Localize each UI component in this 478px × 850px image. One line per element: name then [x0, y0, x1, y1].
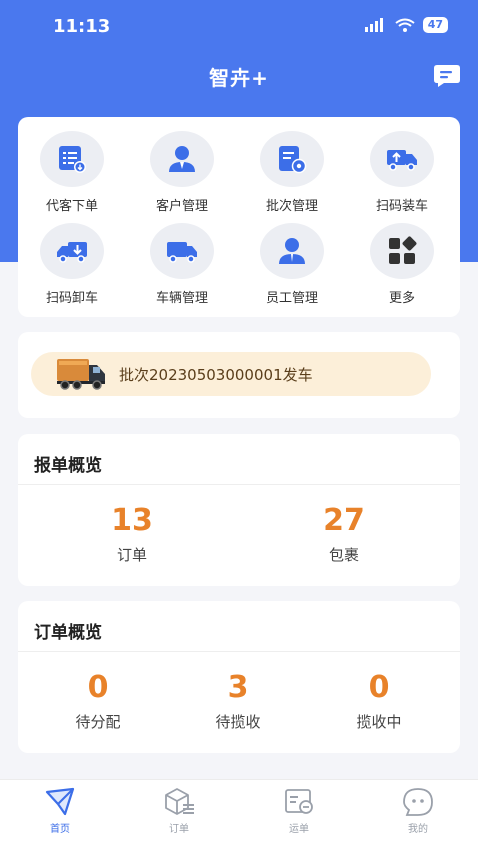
stat-value: 27	[323, 503, 365, 538]
stat-value: 3	[227, 670, 249, 705]
tab-label: 首页	[50, 824, 70, 835]
quick-action-label: 更多	[388, 291, 415, 306]
dispatch-notice[interactable]: 批次20230503000001发车	[31, 352, 431, 396]
quick-action-label: 客户管理	[155, 199, 208, 214]
tab-home[interactable]: 首页	[20, 786, 100, 835]
profile-face-icon	[403, 788, 433, 816]
page-title: 智卉+	[209, 66, 269, 90]
stat-value: 0	[368, 670, 390, 705]
quick-action-label: 批次管理	[265, 199, 318, 214]
divider	[18, 651, 460, 652]
report-overview-card: 报单概览 13 订单 27 包裹	[18, 434, 460, 586]
stat-value: 0	[87, 670, 109, 705]
stat-label: 待揽收	[215, 713, 261, 731]
quick-action-label: 代客下单	[45, 199, 98, 214]
stat-label: 包裹	[328, 546, 359, 564]
tab-orders[interactable]: 订单	[139, 786, 219, 835]
tab-label: 运单	[289, 824, 309, 835]
tab-label: 我的	[408, 824, 428, 835]
battery-indicator: 47	[422, 17, 448, 33]
status-bar: 11:13 47	[0, 0, 478, 52]
more-grid-icon	[389, 236, 417, 264]
divider	[18, 484, 460, 485]
quick-action-proxy-order[interactable]: 代客下单	[22, 131, 122, 214]
wifi-icon	[395, 18, 415, 32]
stat-label: 订单	[116, 546, 147, 564]
quick-actions-card: 代客下单 客户管理 批次管理 扫码装车 扫码卸车 车辆管理 员工管理 更多	[18, 117, 460, 317]
home-send-icon	[45, 787, 75, 816]
signal-icon	[364, 18, 383, 32]
waybill-icon	[285, 789, 313, 814]
tab-profile[interactable]: 我的	[378, 786, 458, 835]
quick-action-label: 车辆管理	[155, 291, 208, 306]
truck-icon	[167, 242, 197, 263]
tab-waybills[interactable]: 运单	[259, 786, 339, 835]
quick-action-vehicles[interactable]: 车辆管理	[132, 223, 232, 306]
batch-settings-icon	[279, 146, 307, 174]
quick-action-label: 员工管理	[265, 291, 318, 306]
stat-pending-assign[interactable]: 0 待分配	[33, 671, 163, 732]
stat-picking-up[interactable]: 0 揽收中	[314, 671, 444, 732]
quick-action-scan-unload[interactable]: 扫码卸车	[22, 223, 122, 306]
message-icon[interactable]	[432, 60, 462, 90]
truck-unload-icon	[57, 242, 87, 263]
order-box-icon	[165, 788, 194, 815]
employee-icon	[279, 238, 305, 264]
quick-action-scan-load[interactable]: 扫码装车	[352, 131, 452, 214]
stat-orders[interactable]: 13 订单	[67, 504, 197, 565]
status-time: 11:13	[53, 16, 111, 37]
stat-label: 待分配	[75, 713, 121, 731]
quick-action-label: 扫码卸车	[45, 291, 98, 306]
delivery-truck-icon	[57, 359, 105, 390]
quick-action-label: 扫码装车	[375, 199, 428, 214]
quick-action-batches[interactable]: 批次管理	[242, 131, 342, 214]
section-title: 报单概览	[34, 456, 102, 476]
bottom-tab-bar: 首页 订单 运单 我的	[0, 779, 478, 850]
notice-text: 批次20230503000001发车	[119, 366, 313, 384]
quick-action-more[interactable]: 更多	[352, 223, 452, 306]
tab-label: 订单	[169, 824, 189, 835]
stat-pending-pickup[interactable]: 3 待揽收	[173, 671, 303, 732]
section-title: 订单概览	[34, 623, 102, 643]
notice-card: 批次20230503000001发车	[18, 332, 460, 418]
status-icons: 47	[364, 17, 448, 33]
order-list-icon	[59, 146, 86, 173]
stat-parcels[interactable]: 27 包裹	[279, 504, 409, 565]
quick-action-employees[interactable]: 员工管理	[242, 223, 342, 306]
order-overview-card: 订单概览 0 待分配 3 待揽收 0 揽收中	[18, 601, 460, 753]
truck-load-icon	[387, 150, 417, 171]
stat-label: 揽收中	[356, 713, 402, 731]
quick-action-customers[interactable]: 客户管理	[132, 131, 232, 214]
stat-value: 13	[111, 503, 153, 538]
customer-icon	[169, 146, 195, 172]
